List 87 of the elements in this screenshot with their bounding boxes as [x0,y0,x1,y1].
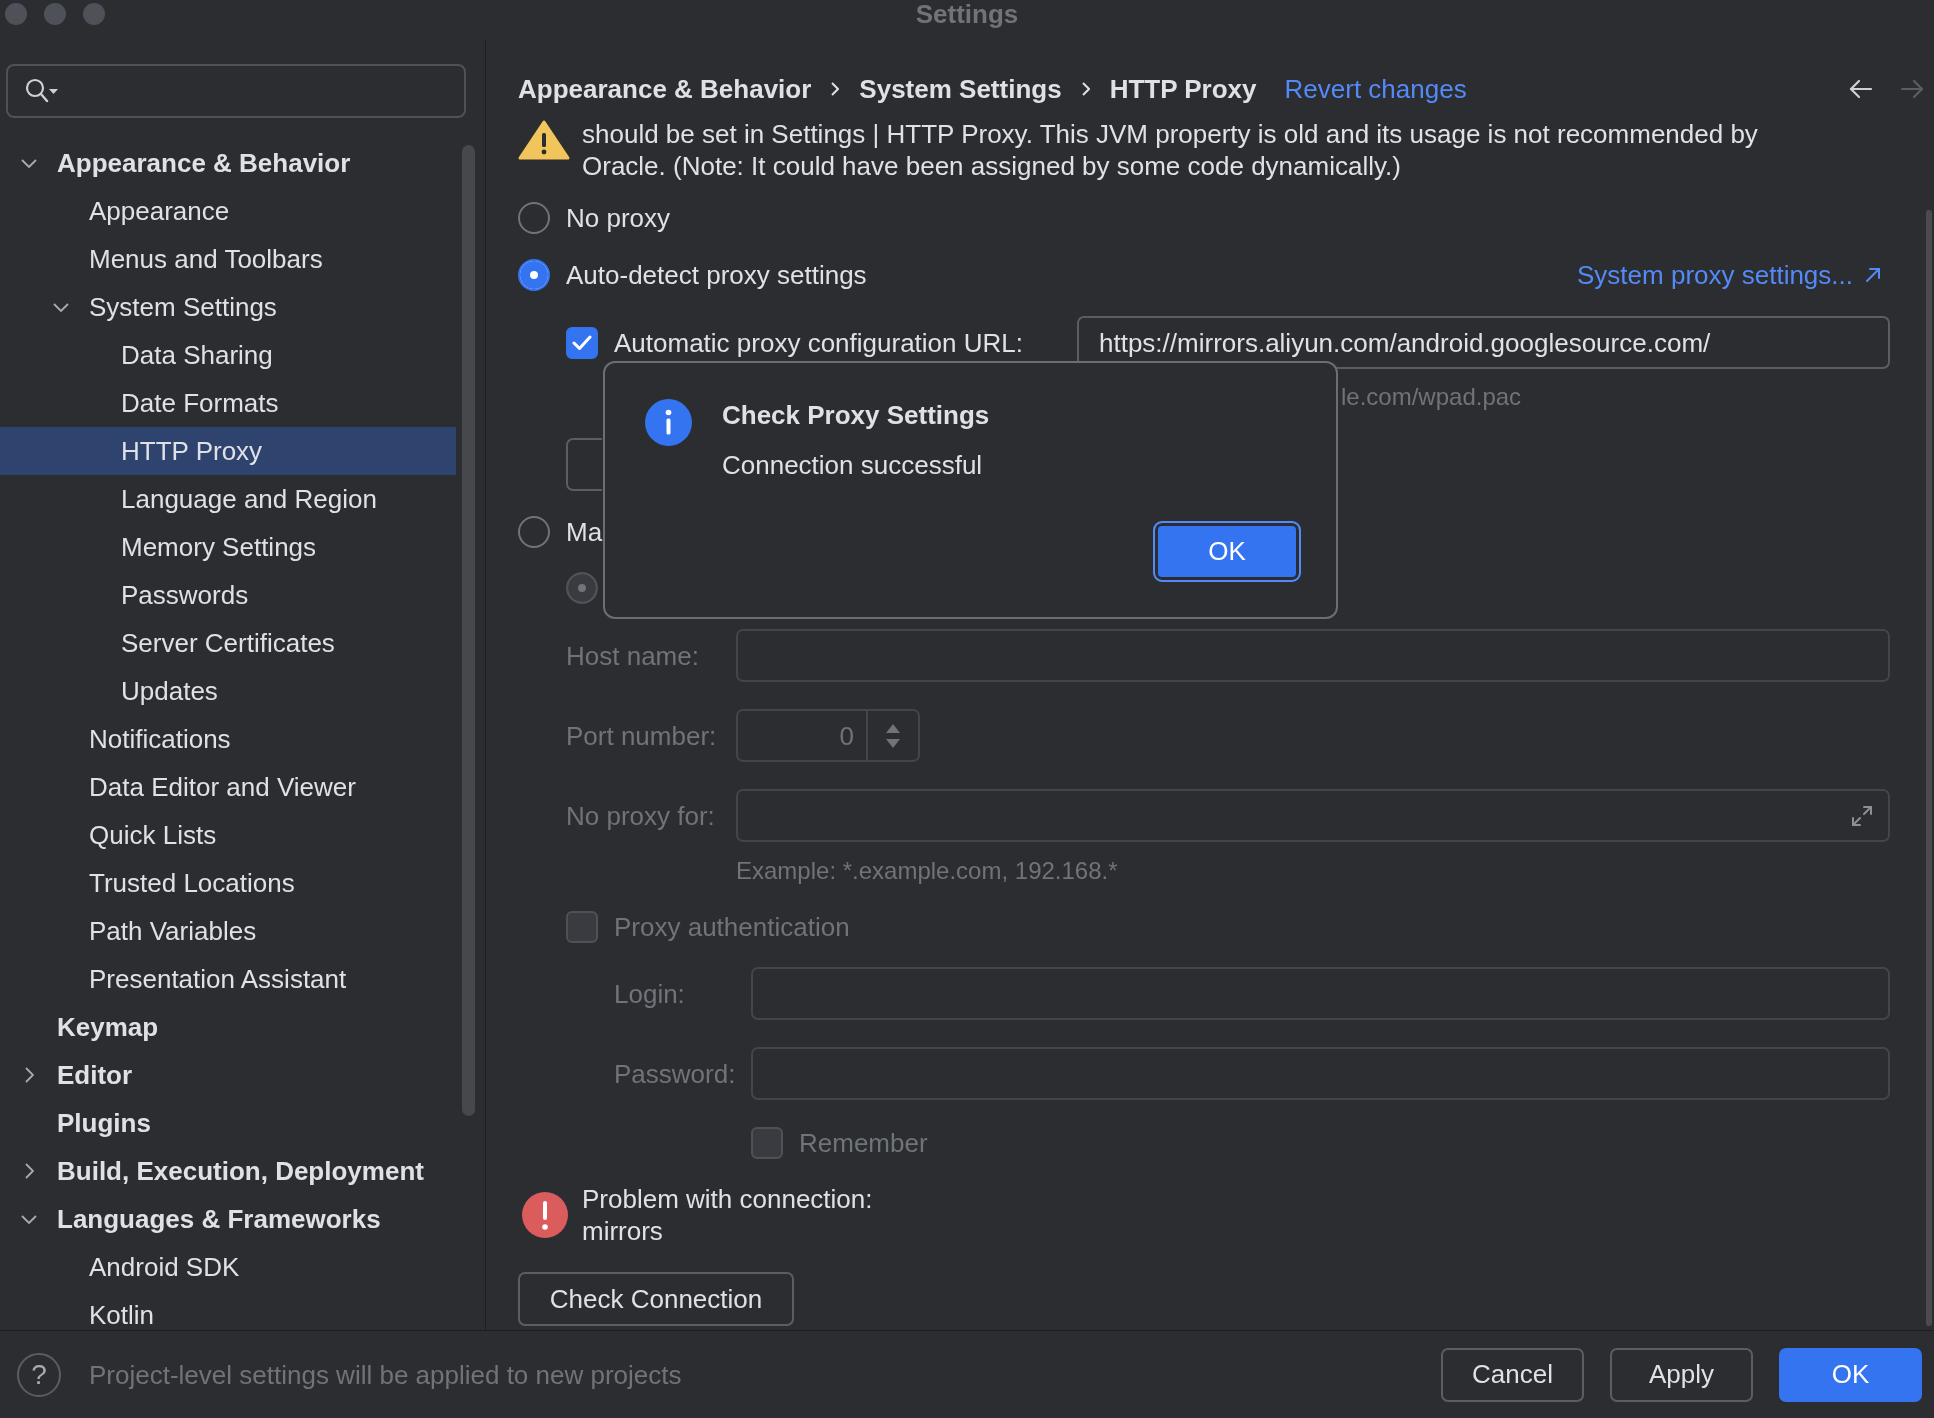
tree-item[interactable]: Path Variables [0,907,456,955]
checkmark-icon [572,334,592,351]
footer-note: Project-level settings will be applied to new projects [89,1358,682,1391]
tree-item[interactable]: Quick Lists [0,811,456,859]
field-label: Host name: [566,639,700,672]
revert-changes-link[interactable]: Revert changes [1284,73,1467,105]
option-label: Ma [566,516,603,548]
tree-item[interactable]: Data Editor and Viewer [0,763,456,811]
tree-item[interactable]: Presentation Assistant [0,955,456,1003]
text-field[interactable] [751,967,1890,1020]
checkbox-label: Automatic proxy configuration URL: [614,326,1023,359]
dialog-message: Connection successful [722,449,984,481]
hint-text: Example: *.example.com, 192.168.* [736,857,1118,885]
option-label: Auto-detect proxy settings [566,259,867,291]
check-connection-button[interactable]: Check Connection [518,1272,794,1326]
tree-item[interactable]: Passwords [0,571,456,619]
checkbox-label: Remember [799,1127,928,1159]
chevron-right-icon [1081,82,1090,96]
system-proxy-settings-link[interactable]: System proxy settings... [1577,259,1881,291]
chevron-down-icon[interactable] [21,1214,37,1224]
field-label: Password: [614,1057,737,1090]
tree-item[interactable]: Server Certificates [0,619,456,667]
tree-item[interactable]: HTTP Proxy [0,427,456,475]
tree-item[interactable]: Date Formats [0,379,456,427]
arrow-left-icon [1849,79,1873,99]
problem-message: Problem with connection: mirrors [582,1183,873,1247]
breadcrumb-item[interactable]: Appearance & Behavior [518,73,812,105]
up-down-arrows-icon[interactable] [885,722,901,749]
tree-item[interactable]: Updates [0,667,456,715]
search-field[interactable] [6,64,466,118]
dialog-button[interactable]: OK [1779,1347,1922,1402]
radio-button[interactable] [518,259,550,291]
tree-item[interactable]: Languages & Frameworks [0,1195,456,1243]
arrow-right-icon [1900,79,1924,99]
breadcrumb-item[interactable]: HTTP Proxy [1109,73,1257,105]
tree-item[interactable]: Keymap [0,1003,456,1051]
chevron-down-icon[interactable] [53,302,69,312]
field-label: Port number: [566,719,718,752]
tree-item[interactable]: System Settings [0,283,456,331]
chevron-right-icon[interactable] [24,1067,34,1083]
tree-item[interactable]: Appearance [0,187,456,235]
scrollbar-thumb[interactable] [1926,210,1932,1326]
checkbox-label: Proxy authentication [614,911,850,943]
text-field[interactable] [736,629,1890,682]
chevron-right-icon [831,82,840,96]
text-field[interactable] [751,1047,1890,1100]
window-button[interactable] [5,3,27,25]
checkbox[interactable] [566,326,598,359]
option-label: No proxy [566,202,671,234]
tree-item[interactable]: Editor [0,1051,456,1099]
help-button[interactable]: ? [17,1352,61,1397]
hint-text: le.com/wpad.pac [1341,382,1522,412]
tree-item[interactable]: Menus and Toolbars [0,235,456,283]
radio-button[interactable] [518,516,550,548]
tree-item[interactable]: Build, Execution, Deployment [0,1147,456,1195]
scrollbar-thumb[interactable] [462,145,475,1116]
chevron-down-icon[interactable] [21,158,37,168]
dialog-title: Check Proxy Settings [722,399,990,431]
ok-button[interactable]: OK [1153,521,1301,582]
tree-item[interactable]: Appearance & Behavior [0,139,456,187]
expand-icon[interactable] [1850,803,1874,828]
tree-item[interactable]: Trusted Locations [0,859,456,907]
tree-item[interactable]: Notifications [0,715,456,763]
tree-item[interactable]: Kotlin [0,1291,456,1330]
window-button[interactable] [83,3,105,25]
back-button[interactable] [1849,79,1873,99]
field-label: Login: [614,977,686,1010]
breadcrumb-item[interactable]: System Settings [859,73,1062,105]
info-icon [645,399,692,446]
dialog-button[interactable]: Apply [1610,1347,1753,1402]
text-field[interactable] [736,789,1890,842]
search-icon [25,78,59,104]
tree-item[interactable]: Android SDK [0,1243,456,1291]
field-label: No proxy for: [566,799,716,832]
external-arrow-icon [1865,267,1881,283]
warning-icon [518,120,570,160]
warning-text: should be set in Settings | HTTP Proxy. This JVM property is old and its usage is not recommended by Oracle. (Note: It could have been assigned by some code dynamically.) [582,118,1758,182]
radio-button[interactable] [518,202,550,234]
window-button[interactable] [44,3,66,25]
tree-item[interactable]: Language and Region [0,475,456,523]
dialog-button[interactable]: Cancel [1441,1347,1584,1402]
chevron-right-icon[interactable] [24,1163,34,1179]
error-icon [522,1192,568,1238]
window-title: Settings [915,0,1019,28]
tree-item[interactable]: Memory Settings [0,523,456,571]
tree-item[interactable]: Data Sharing [0,331,456,379]
tree-item[interactable]: Plugins [0,1099,456,1147]
